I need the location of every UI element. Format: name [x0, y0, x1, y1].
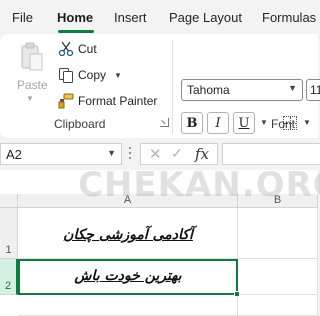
watermark: CHEKAN.ORG — [78, 165, 320, 205]
font-size-value: 11 — [310, 83, 320, 97]
tab-formulas[interactable]: Formulas — [262, 10, 316, 25]
row-header-1[interactable]: 1 — [0, 208, 18, 259]
dialog-launcher-icon[interactable] — [160, 118, 169, 127]
more-options-icon[interactable] — [129, 147, 132, 161]
select-all-corner[interactable] — [0, 194, 18, 208]
cut-button[interactable]: Cut — [58, 40, 97, 58]
tab-page-layout[interactable]: Page Layout — [169, 10, 242, 25]
name-box-value: A2 — [6, 147, 22, 162]
cancel-icon[interactable]: ✕ — [149, 145, 162, 163]
paintbrush-icon — [58, 93, 74, 109]
format-painter-label: Format Painter — [78, 94, 158, 108]
font-family-value: Tahoma — [187, 83, 230, 97]
chevron-down-icon[interactable]: ▼ — [107, 148, 116, 158]
selected-cell-border — [18, 259, 238, 295]
fill-handle[interactable] — [234, 291, 240, 297]
bold-button[interactable]: B — [181, 112, 203, 134]
cell-b1[interactable] — [238, 208, 318, 259]
tab-insert[interactable]: Insert — [114, 10, 147, 25]
font-group-label: Font — [271, 117, 296, 131]
cell-b3[interactable] — [238, 295, 318, 316]
ribbon-tabs: File Home Insert Page Layout Formulas — [0, 0, 318, 34]
paste-icon — [21, 42, 43, 71]
insert-function-button[interactable]: fx — [195, 145, 209, 163]
cell-a1-text: آکادمی آموزشی چکان — [63, 227, 193, 243]
copy-icon — [59, 68, 73, 83]
copy-button[interactable]: Copy ▼ — [58, 66, 122, 84]
cell-a3[interactable] — [18, 295, 238, 316]
cut-label: Cut — [78, 42, 97, 56]
row-header-2[interactable]: 2 — [0, 259, 18, 295]
chevron-down-icon[interactable]: ▼ — [114, 71, 122, 80]
chevron-down-icon[interactable]: ▼ — [26, 94, 34, 103]
font-family-select[interactable]: Tahoma ▼ — [181, 79, 303, 101]
paste-label: Paste — [17, 78, 48, 92]
enter-icon[interactable]: ✓ — [171, 145, 183, 162]
format-painter-button[interactable]: Format Painter — [58, 92, 157, 110]
formula-controls: ✕ ✓ fx — [140, 143, 218, 165]
copy-label: Copy — [78, 68, 107, 82]
italic-button[interactable]: I — [207, 112, 229, 134]
chevron-down-icon[interactable]: ▼ — [303, 118, 311, 127]
cell-b2[interactable] — [238, 259, 318, 295]
chevron-down-icon[interactable]: ▼ — [260, 118, 268, 127]
underline-button[interactable]: U — [233, 112, 255, 134]
tab-home[interactable]: Home — [57, 10, 93, 25]
tab-file[interactable]: File — [12, 10, 33, 25]
name-box[interactable]: A2 ▼ — [0, 143, 122, 165]
clipboard-group-label: Clipboard — [54, 117, 106, 131]
scissors-icon — [58, 41, 74, 57]
group-separator — [172, 40, 173, 134]
active-tab-indicator — [58, 30, 94, 33]
font-size-select[interactable]: 11 — [306, 79, 320, 101]
formula-input[interactable] — [222, 143, 320, 165]
chevron-down-icon: ▼ — [288, 83, 297, 93]
